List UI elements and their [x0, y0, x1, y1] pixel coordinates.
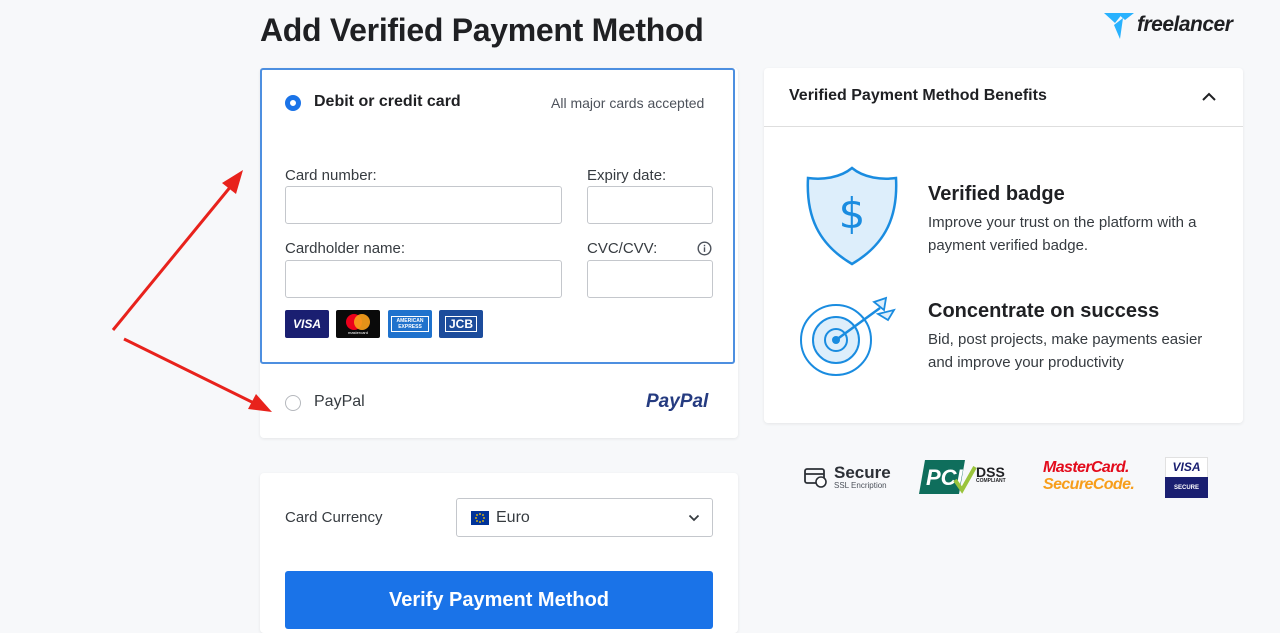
arrow-head-card-fields — [222, 170, 243, 194]
arrow-to-card-fields — [111, 179, 238, 331]
arrow-to-paypal — [123, 337, 263, 409]
annotation-arrows — [111, 170, 272, 412]
arrow-head-paypal — [248, 394, 272, 412]
